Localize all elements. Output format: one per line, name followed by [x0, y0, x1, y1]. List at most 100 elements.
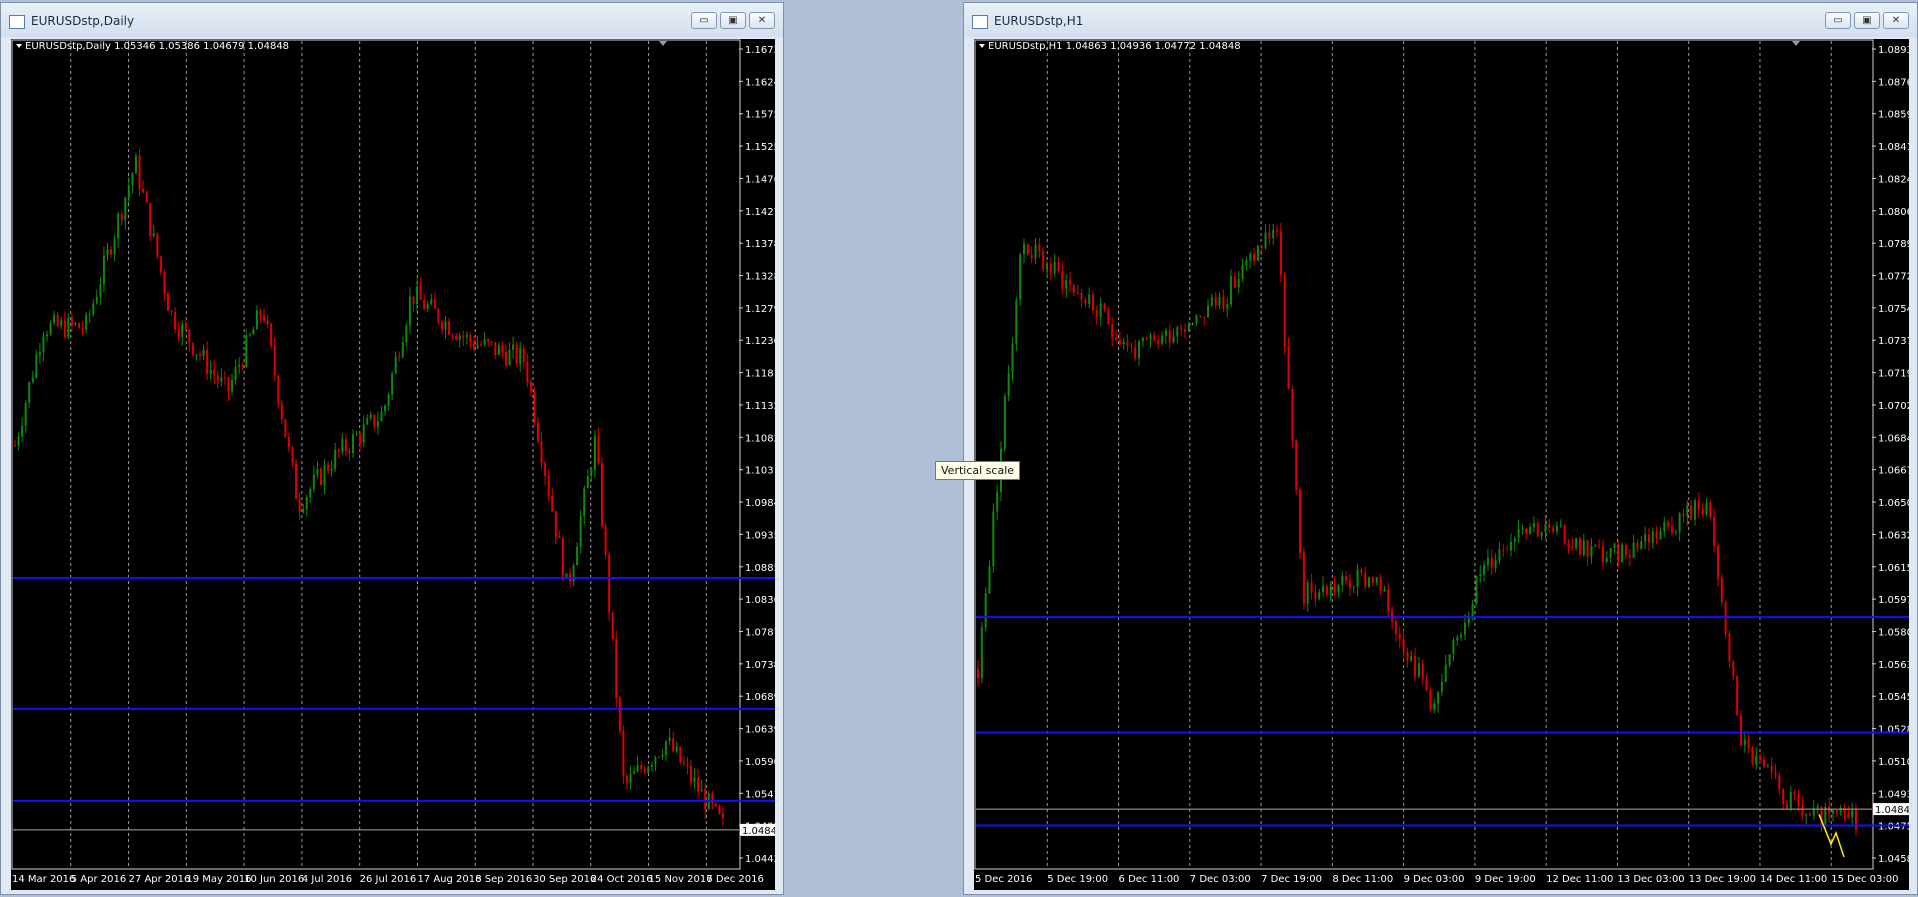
candle-body: [419, 286, 422, 300]
candle-body: [373, 414, 376, 427]
candle-body: [1268, 232, 1271, 239]
candle-body: [1647, 534, 1650, 543]
close-button[interactable]: ✕: [749, 12, 775, 29]
candle-body: [1026, 243, 1029, 255]
daily-chart-canvas[interactable]: 14 Mar 20165 Apr 2016 27 Apr 201619 May 2…: [11, 39, 775, 890]
candle-body: [1272, 230, 1275, 239]
price-axis-label: 1.12790: [745, 304, 775, 315]
title-bar[interactable]: EURUSDstp,H1 ▭ ▣ ✕: [964, 3, 1917, 37]
candle-body: [697, 777, 700, 792]
candle-body: [416, 286, 419, 304]
candle-body: [1655, 531, 1658, 540]
candle-body: [1069, 280, 1072, 286]
candle-body: [1716, 546, 1719, 578]
candle-body: [693, 777, 696, 782]
candle-body: [519, 348, 522, 364]
candle-body: [334, 449, 337, 470]
candle-body: [1709, 502, 1712, 518]
candle-body: [1214, 297, 1217, 306]
info-dropdown-icon: [979, 44, 985, 48]
candle-body: [604, 526, 607, 555]
candle-body: [1697, 500, 1700, 510]
title-bar[interactable]: EURUSDstp,Daily ▭ ▣ ✕: [1, 3, 783, 37]
minimize-button[interactable]: ▭: [691, 12, 717, 29]
candle-body: [1364, 572, 1367, 587]
candle-body: [1337, 584, 1340, 593]
restore-button[interactable]: ▣: [720, 12, 746, 29]
candle-body: [1506, 549, 1509, 551]
candle-body: [124, 197, 127, 220]
candle-body: [476, 344, 479, 349]
price-axis-label: 1.10820: [745, 433, 775, 444]
candle-body: [1494, 560, 1497, 568]
candle-body: [1532, 523, 1535, 528]
candle-body: [398, 356, 401, 358]
candle-body: [1046, 263, 1049, 270]
candle-body: [156, 233, 159, 257]
price-axis-label: 1.16240: [745, 77, 775, 88]
candle-body: [988, 566, 991, 594]
candle-body: [1755, 755, 1758, 765]
candle-body: [1586, 540, 1589, 558]
candle-body: [1283, 274, 1286, 347]
candle-body: [202, 349, 205, 357]
minimize-button[interactable]: ▭: [1825, 12, 1851, 29]
candle-body: [1203, 317, 1206, 319]
candle-body: [316, 468, 319, 475]
h1-chart-window[interactable]: EURUSDstp,H1 ▭ ▣ ✕ 5 Dec 2016 5 Dec 19:00…: [963, 2, 1918, 895]
candle-body: [1448, 654, 1451, 665]
candle-body: [1256, 245, 1259, 261]
candle-body: [487, 339, 490, 342]
candle-body: [661, 755, 664, 757]
candle-body: [1368, 577, 1371, 587]
candle-body: [259, 310, 262, 316]
price-axis-label: 1.05105: [1878, 757, 1909, 768]
price-axis-label: 1.07870: [745, 627, 775, 638]
time-axis-label: 10 Jun 2016: [244, 874, 304, 885]
candle-body: [1621, 545, 1624, 563]
candle-body: [1226, 304, 1229, 309]
h1-chart-canvas[interactable]: 5 Dec 2016 5 Dec 19:00 6 Dec 11:00 7 Dec 03…: [974, 39, 1909, 890]
candle-body: [295, 463, 298, 500]
candle-body: [1130, 345, 1133, 347]
candle-body: [263, 315, 266, 321]
candle-body: [1479, 574, 1482, 577]
window-title: EURUSDstp,H1: [994, 14, 1084, 28]
candle-body: [1111, 324, 1114, 338]
h1-chart[interactable]: 5 Dec 2016 5 Dec 19:00 6 Dec 11:00 7 Dec 03…: [974, 39, 1909, 890]
candle-body: [1356, 569, 1359, 588]
candle-body: [88, 314, 91, 316]
time-axis-label: 7 Dec 19:00: [1261, 874, 1322, 885]
candle-body: [1433, 703, 1436, 710]
daily-chart[interactable]: 14 Mar 2016 5 Apr 2016 27 Apr 2016 19 May 2…: [11, 39, 775, 890]
candle-body: [220, 377, 223, 382]
candle-body: [1049, 263, 1052, 273]
time-axis-label: 8 Sep 2016: [475, 874, 532, 885]
candle-body: [1770, 766, 1773, 773]
candle-body: [1180, 327, 1183, 330]
candle-body: [216, 375, 219, 382]
candle-body: [593, 435, 596, 471]
candle-body: [351, 434, 354, 453]
candle-body: [1582, 540, 1585, 556]
price-axis-label: 1.04420: [745, 854, 775, 865]
price-axis-label: 1.08240: [1878, 174, 1909, 185]
candle-body: [21, 425, 24, 437]
chart-window-icon: [972, 15, 988, 29]
candle-body: [668, 737, 671, 742]
close-button[interactable]: ✕: [1883, 12, 1909, 29]
daily-chart-window[interactable]: EURUSDstp,Daily ▭ ▣ ✕ 14 Mar 2016 5 Apr 2…: [0, 2, 784, 895]
candle-body: [1023, 243, 1026, 255]
candle-body: [508, 349, 511, 366]
candle-body: [711, 793, 714, 804]
restore-button[interactable]: ▣: [1854, 12, 1880, 29]
price-axis-label: 1.08760: [1878, 77, 1909, 88]
candle-body: [1161, 335, 1164, 344]
candle-body: [1371, 577, 1374, 583]
time-axis-label: 7 Dec 03:00: [1190, 874, 1251, 885]
candle-body: [1057, 262, 1060, 272]
candle-body: [323, 464, 326, 485]
candle-body: [1042, 251, 1045, 270]
candle-body: [309, 488, 312, 498]
candle-body: [1072, 285, 1075, 293]
